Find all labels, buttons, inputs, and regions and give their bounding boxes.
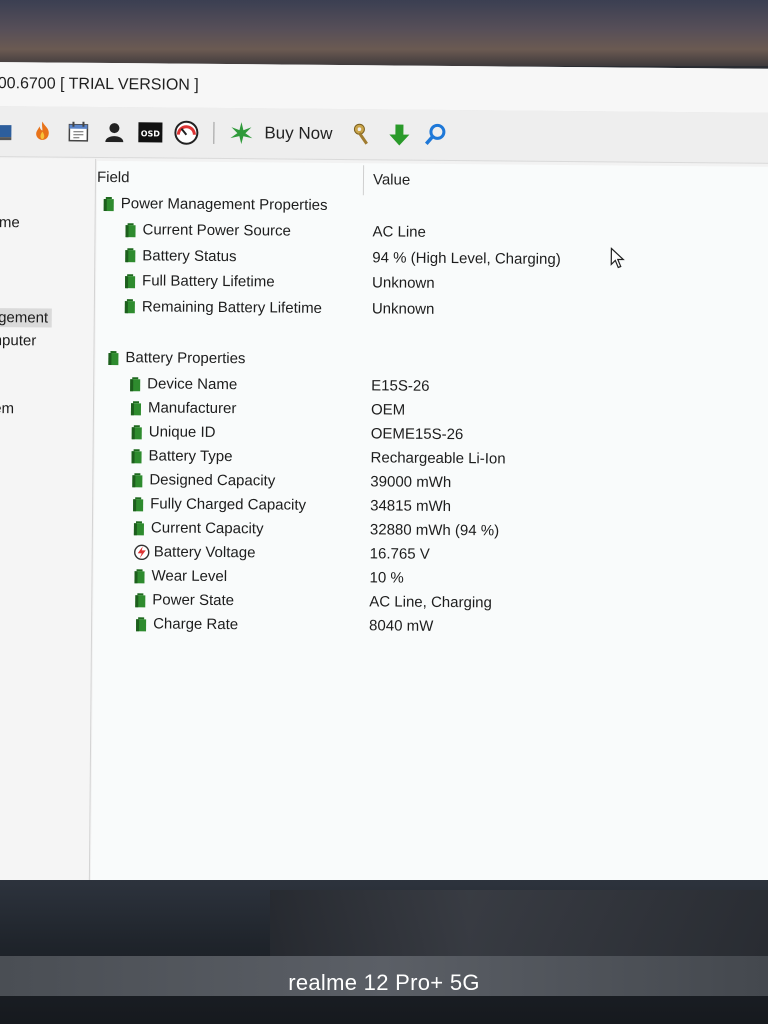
value-cell: 10 %	[369, 569, 404, 587]
user-icon[interactable]	[101, 119, 127, 145]
battery-icon	[130, 400, 142, 415]
field-cell: Designed Capacity	[131, 471, 275, 489]
properties-list: Field Value Power Management Properties C…	[90, 160, 768, 895]
battery-icon	[124, 299, 135, 314]
value-cell: OEM	[370, 401, 406, 419]
value-cell: 8040 mW	[369, 617, 434, 635]
value-cell: 16.765 V	[369, 545, 430, 563]
field-label: Designed Capacity	[149, 471, 276, 490]
battery-icon	[135, 592, 146, 607]
field-cell: Charge Rate	[135, 615, 238, 633]
voltage-icon	[134, 544, 150, 560]
nav-item-selected[interactable]: agement	[0, 307, 53, 328]
field-label: Wear Level	[151, 567, 228, 586]
column-header-value[interactable]: Value	[373, 171, 410, 188]
flame-icon[interactable]	[29, 118, 55, 144]
battery-icon	[125, 248, 136, 263]
battery-icon	[130, 376, 141, 391]
field-label: Battery Status	[142, 246, 237, 265]
value-cell: 32880 mWh (94 %)	[369, 521, 500, 540]
osd-icon[interactable]: OSD	[137, 119, 163, 145]
battery-icon	[133, 520, 144, 535]
field-label: Fully Charged Capacity	[150, 495, 307, 514]
toolbar: OSD Buy Now	[0, 105, 768, 164]
field-cell: Current Power Source	[124, 221, 292, 240]
field-label: Charge Rate	[153, 615, 239, 634]
toolbar-separator	[213, 121, 215, 144]
section-label: Power Management Properties	[120, 195, 328, 214]
navigation-pane: ame agement mputer tem	[0, 157, 97, 889]
photo-background-top	[0, 0, 768, 66]
field-label: Device Name	[147, 375, 238, 394]
nav-item[interactable]: ame	[0, 214, 20, 231]
battery-icon	[131, 448, 142, 463]
value-cell: AC Line, Charging	[369, 593, 492, 612]
section-header[interactable]: Power Management Properties	[97, 195, 768, 225]
value-cell: Unknown	[372, 274, 435, 292]
field-label: Current Capacity	[150, 519, 264, 538]
field-label: Current Power Source	[142, 221, 292, 240]
key-icon[interactable]	[350, 121, 376, 147]
section-field: Power Management Properties	[103, 195, 328, 214]
battery-icon	[133, 496, 144, 511]
field-cell: Manufacturer	[130, 399, 237, 418]
value-cell: OEME15S-26	[370, 425, 464, 444]
battery-icon	[125, 222, 136, 237]
window-title: 00.6700 [ TRIAL VERSION ]	[0, 75, 199, 94]
field-label: Battery Type	[148, 447, 233, 466]
app-window: 00.6700 [ TRIAL VERSION ] OSD Buy Now am…	[0, 62, 768, 895]
download-arrow-icon[interactable]	[386, 121, 412, 147]
nav-item[interactable]: mputer	[0, 332, 36, 349]
field-cell: Full Battery Lifetime	[124, 272, 275, 290]
section-header[interactable]: Battery Properties	[95, 349, 768, 379]
field-cell: Remaining Battery Lifetime	[124, 297, 323, 317]
battery-icon	[134, 568, 145, 583]
list-item[interactable]: Charge Rate 8040 mW	[93, 615, 768, 645]
section-label: Battery Properties	[125, 349, 246, 368]
field-label: Remaining Battery Lifetime	[141, 297, 323, 317]
field-cell: Wear Level	[133, 567, 227, 585]
battery-icon	[136, 616, 147, 631]
section-field: Battery Properties	[107, 349, 246, 368]
nav-item[interactable]: tem	[0, 400, 14, 417]
field-label: Power State	[152, 591, 235, 610]
value-cell: Unknown	[371, 299, 435, 318]
field-cell: Device Name	[129, 375, 237, 393]
field-label: Unique ID	[148, 423, 216, 441]
value-cell: 94 % (High Level, Charging)	[372, 248, 561, 268]
star-burst-icon[interactable]	[228, 120, 254, 146]
value-cell: E15S-26	[371, 377, 430, 395]
column-divider[interactable]	[362, 165, 365, 196]
column-header-field[interactable]: Field	[97, 169, 130, 186]
value-cell: 34815 mWh	[370, 497, 452, 516]
network-icon[interactable]	[0, 118, 20, 144]
field-cell: Battery Status	[124, 246, 237, 265]
search-icon[interactable]	[422, 122, 448, 148]
battery-icon	[131, 424, 142, 439]
field-cell: Current Capacity	[133, 519, 264, 537]
buy-now-button[interactable]: Buy Now	[264, 123, 332, 144]
gauge-icon[interactable]	[173, 120, 199, 146]
field-cell: Battery Type	[130, 447, 233, 466]
value-cell: AC Line	[372, 223, 426, 241]
battery-icon	[132, 472, 143, 487]
field-label: Full Battery Lifetime	[142, 272, 275, 291]
calendar-icon[interactable]	[65, 119, 91, 145]
value-cell: 39000 mWh	[370, 473, 452, 492]
field-cell: Fully Charged Capacity	[132, 495, 306, 514]
list-item[interactable]: Remaining Battery Lifetime Unknown	[96, 297, 768, 327]
field-cell: Power State	[134, 591, 234, 609]
field-label: Battery Voltage	[153, 543, 256, 562]
value-cell: Rechargeable Li-Ion	[370, 449, 506, 468]
field-label: Manufacturer	[147, 399, 237, 418]
camera-watermark: realme 12 Pro+ 5G	[288, 970, 480, 995]
svg-text:OSD: OSD	[141, 129, 161, 138]
field-cell: Battery Voltage	[134, 543, 256, 561]
battery-icon	[108, 350, 119, 365]
photo-keyboard-area	[270, 890, 768, 956]
battery-icon	[103, 196, 114, 211]
field-cell: Unique ID	[131, 423, 216, 441]
battery-icon	[125, 273, 136, 288]
